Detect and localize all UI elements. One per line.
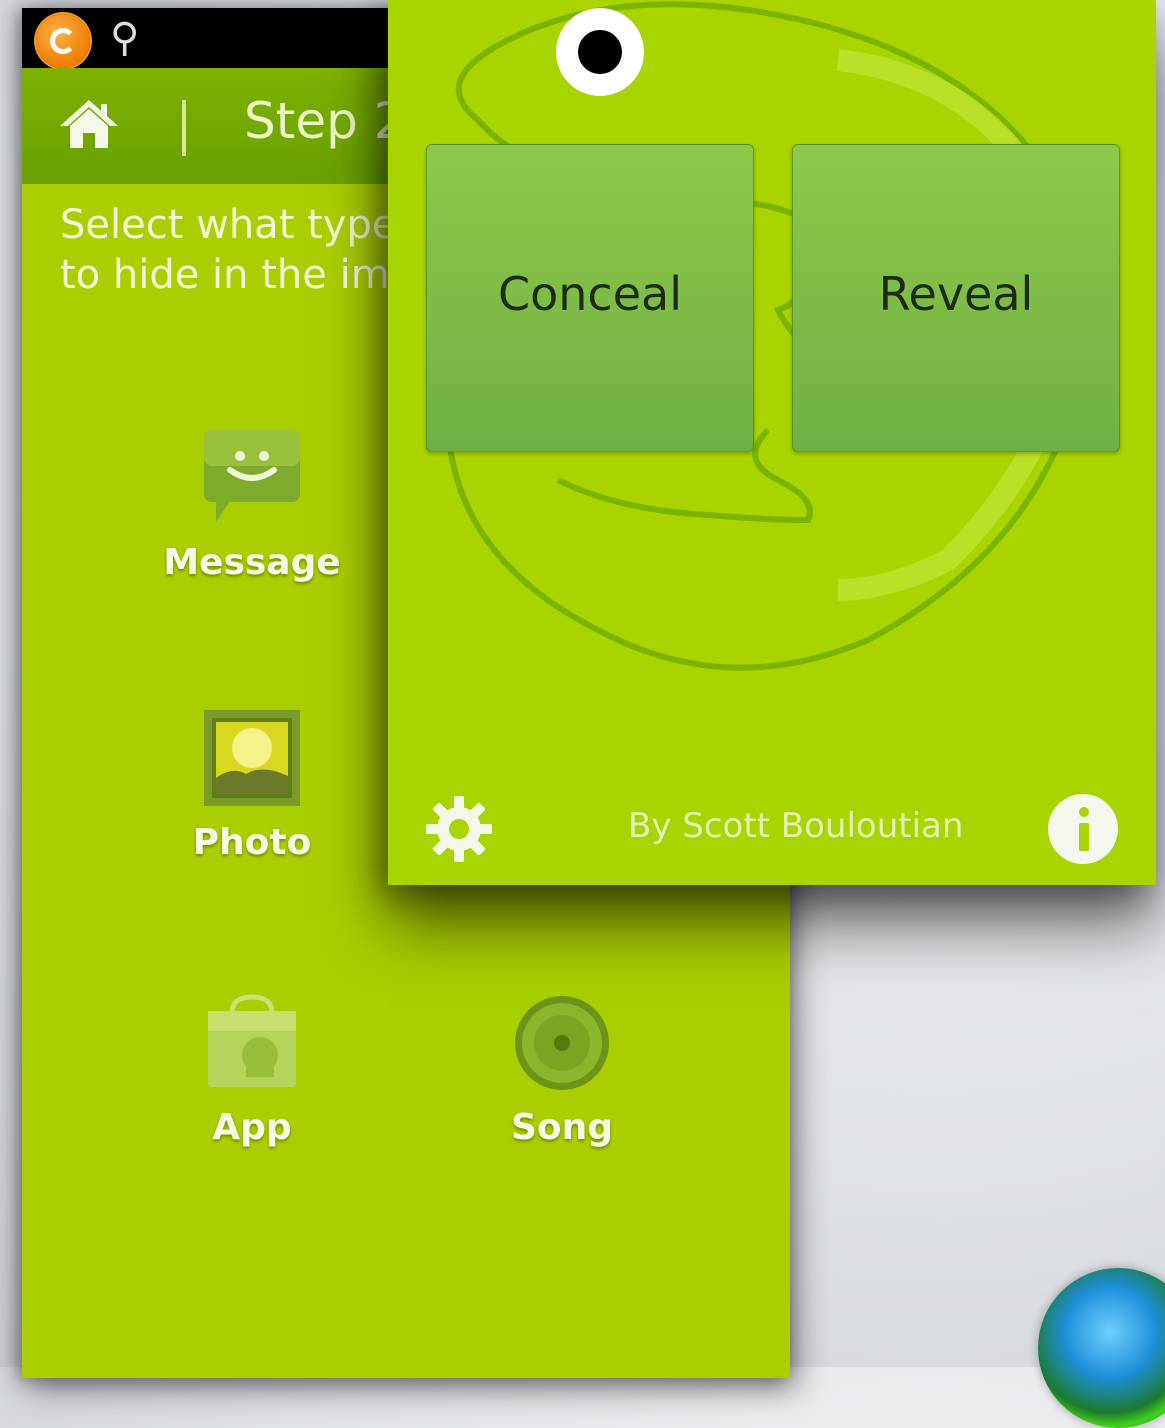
action-bar-divider	[182, 100, 186, 156]
corner-app-icon[interactable]	[1038, 1268, 1165, 1428]
info-icon[interactable]	[1048, 794, 1118, 864]
reveal-button[interactable]: Reveal	[792, 144, 1120, 452]
type-message[interactable]: Message	[122, 428, 382, 583]
type-label: Song	[510, 1107, 614, 1148]
main-dialog: Conceal Reveal By Scott Bouloutian	[388, 0, 1156, 885]
photo-icon	[204, 710, 300, 806]
page-title: Step 2	[244, 92, 406, 150]
reveal-label: Reveal	[878, 267, 1034, 321]
author-credit: By Scott Bouloutian	[628, 806, 964, 846]
type-app[interactable]: App	[122, 993, 382, 1148]
home-icon[interactable]	[58, 98, 120, 150]
conceal-label: Conceal	[498, 267, 682, 321]
usb-icon: ⚲	[110, 15, 140, 61]
type-song[interactable]: Song	[432, 993, 692, 1148]
app-icon	[208, 994, 296, 1087]
type-label: Message	[163, 542, 341, 583]
type-label: App	[212, 1107, 292, 1148]
message-icon	[204, 430, 300, 522]
notification-icon	[36, 14, 90, 68]
conceal-button[interactable]: Conceal	[426, 144, 754, 452]
gear-icon[interactable]	[424, 794, 494, 864]
type-photo[interactable]: Photo	[122, 708, 382, 863]
type-label: Photo	[192, 822, 312, 863]
song-icon	[515, 996, 609, 1090]
